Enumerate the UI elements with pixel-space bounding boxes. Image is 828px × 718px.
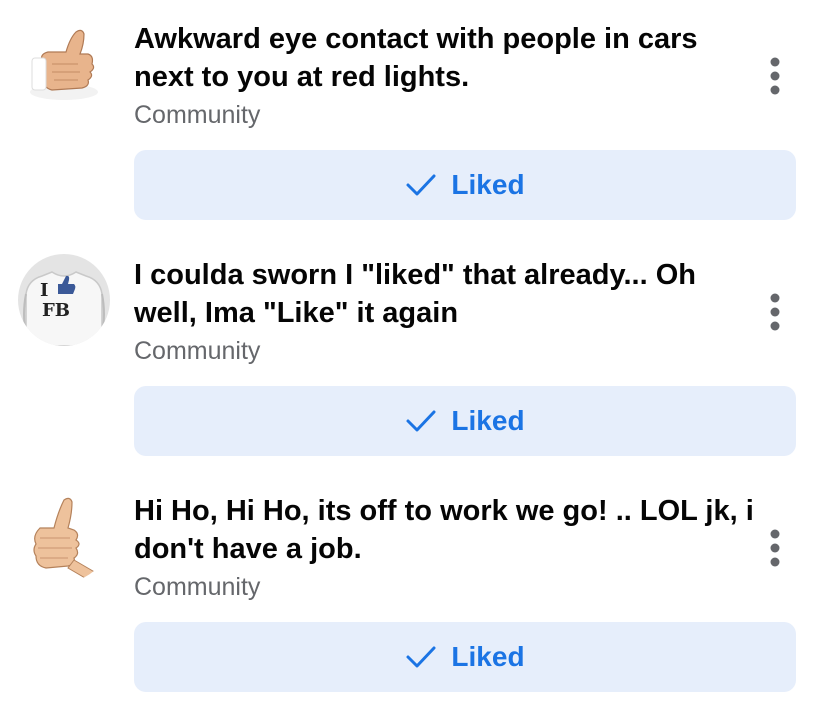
liked-button-label: Liked xyxy=(451,641,525,672)
more-vertical-icon xyxy=(770,57,780,95)
i-like-fb-shirt-icon: I FB xyxy=(18,254,110,346)
avatar-text-line2: FB xyxy=(42,300,70,321)
page-title[interactable]: Awkward eye contact with people in cars … xyxy=(134,20,754,96)
liked-button[interactable]: Liked xyxy=(134,150,796,220)
list-item[interactable]: Hi Ho, Hi Ho, its off to work we go! .. … xyxy=(0,482,828,718)
more-vertical-icon xyxy=(770,529,780,567)
liked-button-label: Liked xyxy=(451,169,525,200)
avatar[interactable]: I FB xyxy=(18,254,110,346)
thumbs-up-hand-icon xyxy=(33,497,99,582)
liked-pages-list: Awkward eye contact with people in cars … xyxy=(0,0,828,707)
page-title[interactable]: Hi Ho, Hi Ho, its off to work we go! .. … xyxy=(134,492,754,568)
list-item[interactable]: Awkward eye contact with people in cars … xyxy=(0,10,828,246)
liked-button[interactable]: Liked xyxy=(134,386,796,456)
more-options-button[interactable] xyxy=(760,290,790,334)
more-options-button[interactable] xyxy=(760,526,790,570)
thumbs-up-hand-icon xyxy=(30,29,98,100)
list-item[interactable]: I FB I coulda sworn I "liked" that alrea… xyxy=(0,246,828,482)
liked-button[interactable]: Liked xyxy=(134,622,796,692)
more-options-button[interactable] xyxy=(760,54,790,98)
checkmark-icon xyxy=(406,174,436,196)
page-title[interactable]: I coulda sworn I "liked" that already...… xyxy=(134,256,754,332)
avatar[interactable] xyxy=(18,18,110,110)
page-category: Community xyxy=(134,101,261,129)
page-category: Community xyxy=(134,573,261,601)
checkmark-icon xyxy=(406,410,436,432)
more-vertical-icon xyxy=(770,293,780,331)
avatar-text-line1: I xyxy=(40,280,48,301)
page-category: Community xyxy=(134,337,261,365)
liked-button-label: Liked xyxy=(451,405,525,436)
avatar[interactable] xyxy=(18,490,110,582)
checkmark-icon xyxy=(406,646,436,668)
